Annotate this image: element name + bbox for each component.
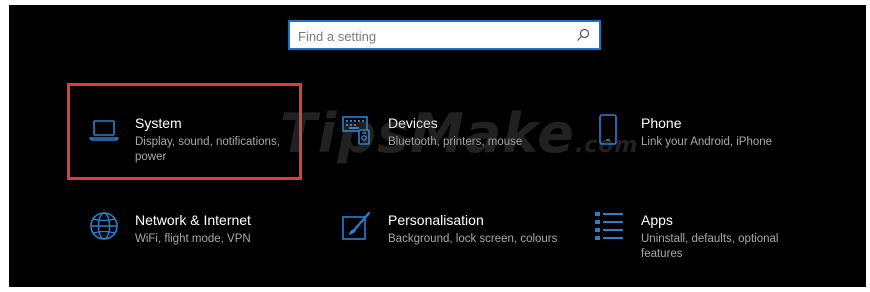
highlight-box: [67, 83, 302, 180]
tile-title: Apps: [641, 212, 673, 228]
tile-description: Bluetooth, printers, mouse: [388, 136, 523, 148]
tile-description: Link your Android, iPhone: [641, 136, 773, 148]
tile-phone[interactable]: Phone Link your Android, iPhone: [594, 114, 834, 184]
tile-description: WiFi, flight mode, VPN: [135, 233, 251, 245]
tile-personalisation[interactable]: Personalisation Background, lock screen,…: [341, 211, 581, 281]
search-box[interactable]: [288, 20, 601, 50]
tile-description: Uninstall, defaults, optional features: [641, 233, 779, 260]
search-icon[interactable]: [575, 27, 591, 43]
tile-devices[interactable]: Devices Bluetooth, printers, mouse: [341, 114, 581, 184]
paint-brush-icon: [342, 211, 371, 240]
tile-network-internet[interactable]: Network & Internet WiFi, flight mode, VP…: [88, 211, 328, 281]
globe-icon: [90, 212, 118, 240]
keyboard-devices-icon: [342, 116, 370, 145]
apps-list-icon: [595, 212, 623, 240]
search-input[interactable]: [298, 27, 568, 45]
tile-description: Background, lock screen, colours: [388, 233, 558, 245]
tile-title: Personalisation: [388, 212, 484, 228]
tile-title: Devices: [388, 115, 438, 131]
tile-apps[interactable]: Apps Uninstall, defaults, optional featu…: [594, 211, 834, 281]
phone-icon: [599, 114, 617, 145]
tile-title: Phone: [641, 115, 682, 131]
tile-title: Network & Internet: [135, 212, 251, 228]
